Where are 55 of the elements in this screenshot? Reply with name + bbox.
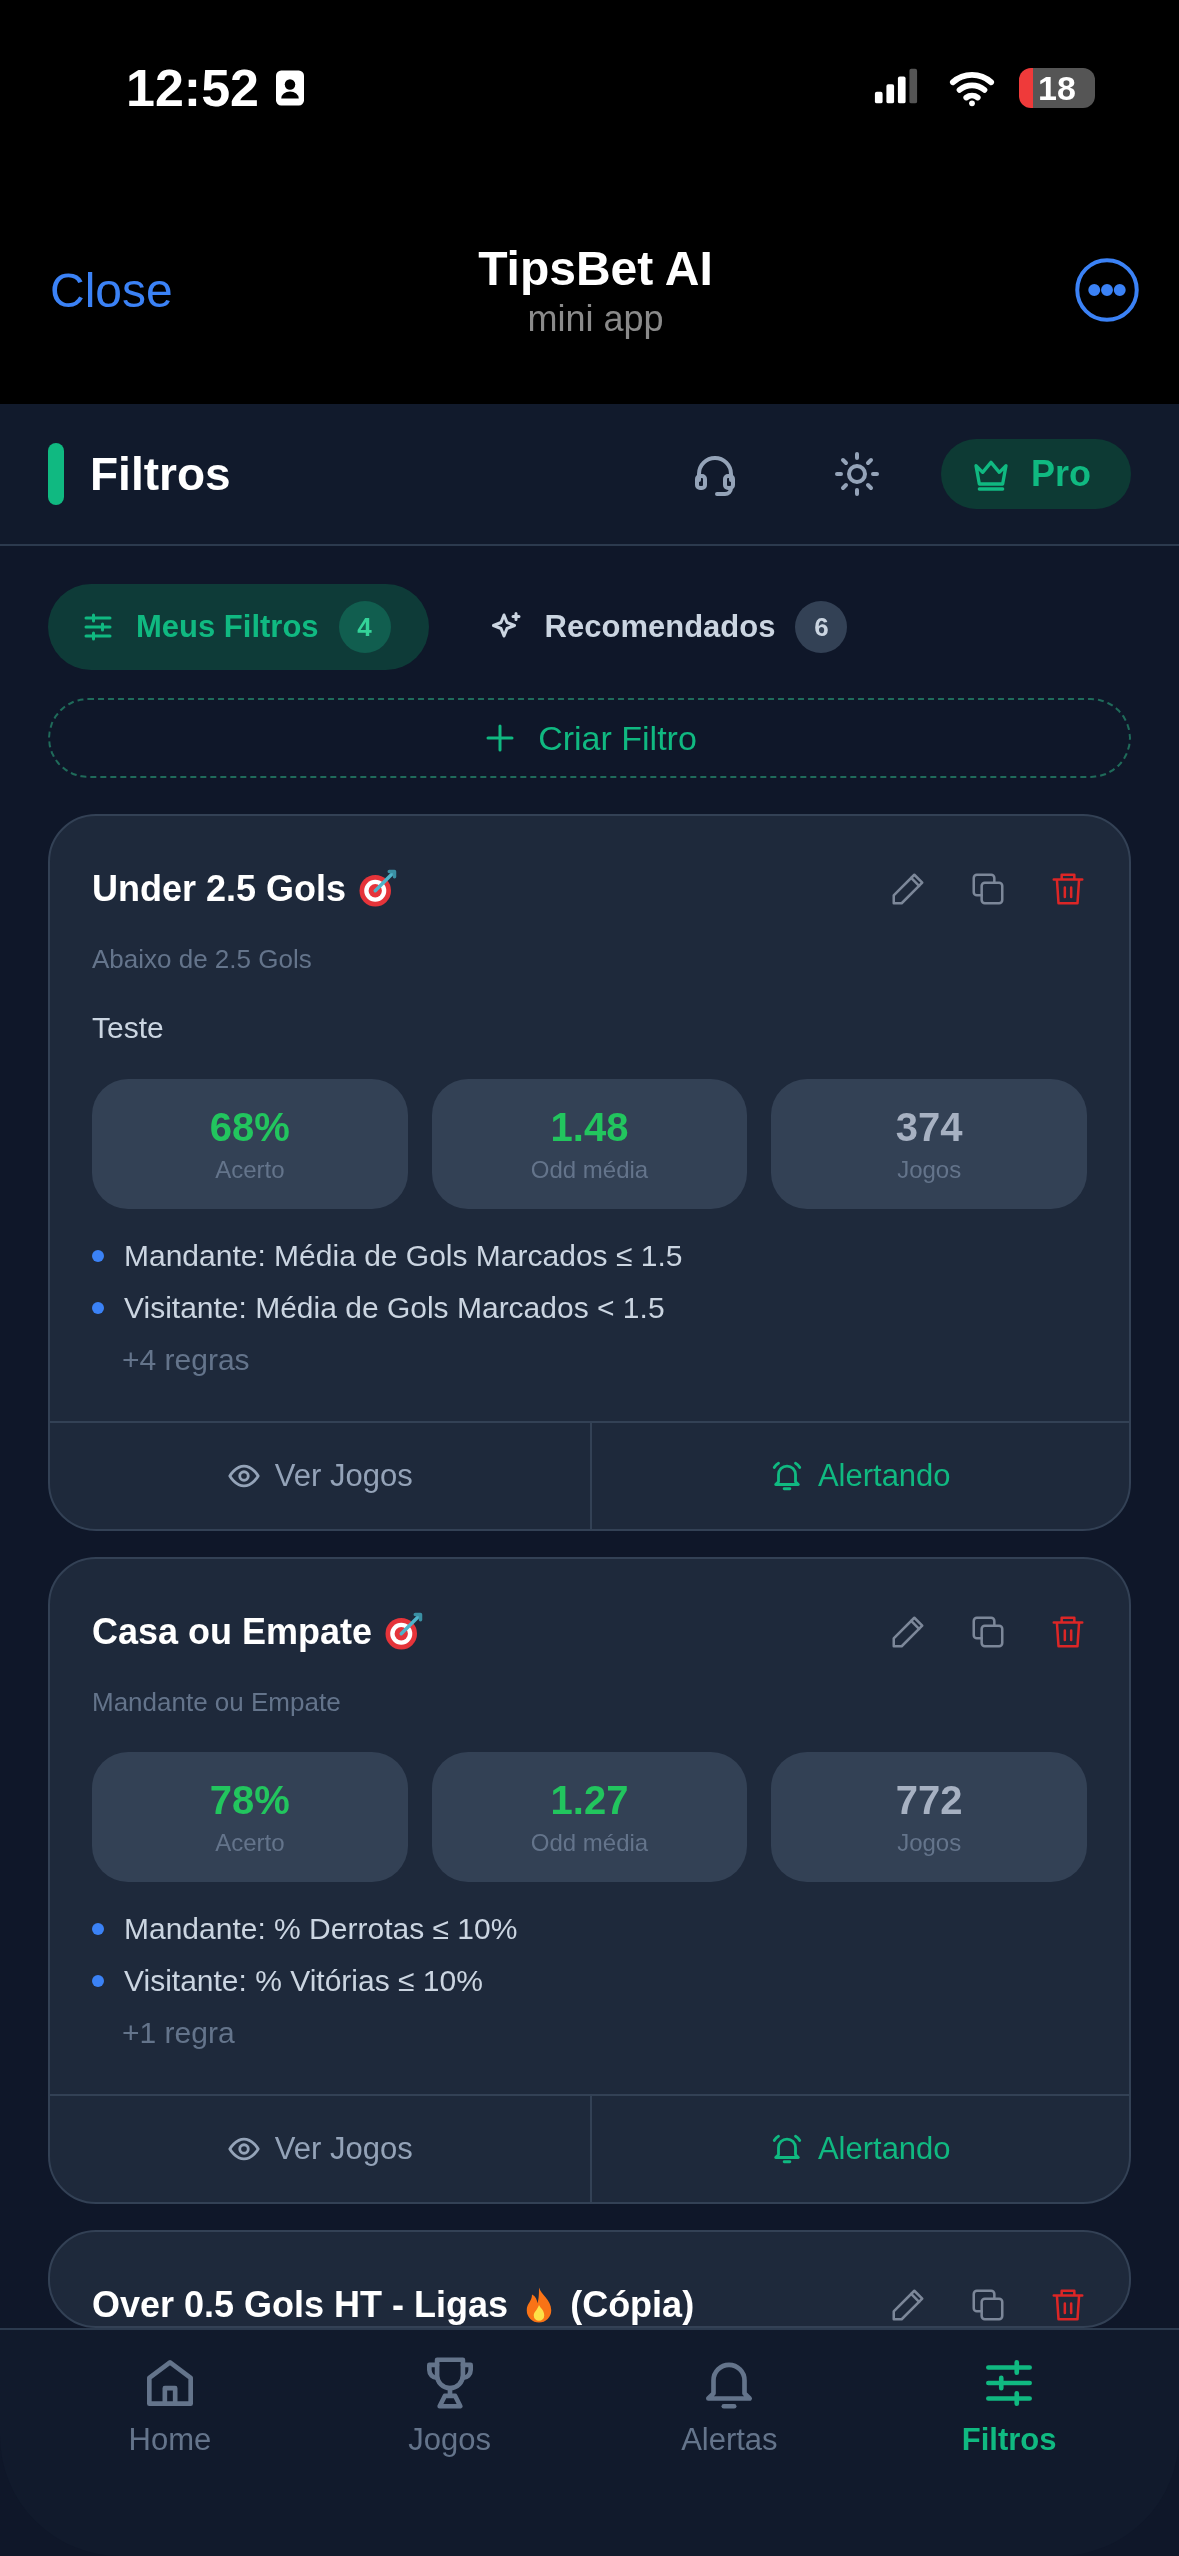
filter-title: Casa ou Empate	[92, 1611, 373, 1653]
copy-icon[interactable]	[969, 1613, 1007, 1651]
tab[interactable]: Meus Filtros 4	[48, 584, 429, 670]
stat-value: 78%	[209, 1777, 290, 1823]
close-button[interactable]: Close	[50, 262, 230, 318]
clock-time: 12:52	[126, 58, 259, 118]
nav-item[interactable]: Alertas	[681, 2352, 778, 2458]
more-rules-text: +1 regra	[121, 2016, 236, 2050]
count-badge: 4	[338, 601, 391, 653]
pro-button[interactable]: Pro	[941, 439, 1131, 509]
rule-text: Visitante: Média de Gols Marcados < 1.5	[124, 1291, 665, 1325]
bullet-dot	[92, 1975, 104, 1987]
rule-text: Mandante: % Derrotas ≤ 10%	[124, 1912, 518, 1946]
pencil-icon[interactable]	[889, 2286, 927, 2324]
bullet-dot	[92, 1923, 104, 1935]
filter-title: Under 2.5 Gols	[92, 868, 347, 910]
filter-title-suffix: (Cópia)	[570, 2284, 695, 2326]
stat-value: 1.27	[550, 1777, 629, 1823]
view-games-button[interactable]: Ver Jogos	[50, 2096, 590, 2202]
trash-icon[interactable]	[1049, 1613, 1087, 1651]
battery-level: 18	[1038, 68, 1076, 108]
app-subtitle: mini app	[527, 297, 664, 340]
nav-item[interactable]: Jogos	[408, 2352, 491, 2458]
create-filter-button[interactable]: Criar Filtro	[48, 698, 1131, 778]
stat-value: 68%	[209, 1104, 290, 1150]
filter-subtitle: Abaixo de 2.5 Gols	[91, 943, 313, 975]
pencil-icon[interactable]	[889, 870, 927, 908]
more-icon[interactable]	[1073, 256, 1141, 324]
count-badge: 6	[795, 601, 848, 653]
page-title: Filtros	[90, 447, 231, 501]
rule-text: Visitante: % Vitórias ≤ 10%	[124, 1964, 483, 1998]
sun-icon[interactable]	[833, 450, 881, 498]
accent-bar	[48, 443, 64, 505]
alert-button[interactable]: Alertando	[589, 2096, 1129, 2202]
stat-value: 374	[895, 1104, 963, 1150]
pencil-icon[interactable]	[889, 1613, 927, 1651]
tab[interactable]: Recomendados 6	[456, 584, 886, 670]
filter-title: Over 0.5 Gols HT - Ligas	[92, 2284, 509, 2326]
stat-value: 772	[895, 1777, 963, 1823]
rule-text: Mandante: Média de Gols Marcados ≤ 1.5	[124, 1239, 683, 1273]
bullet-dot	[92, 1302, 104, 1314]
nav-item[interactable]: Home	[128, 2352, 212, 2458]
bullet-dot	[92, 1250, 104, 1262]
nav-item[interactable]: Filtros	[961, 2352, 1057, 2458]
more-rules-text: +4 regras	[121, 1343, 251, 1377]
alert-button[interactable]: Alertando	[589, 1423, 1129, 1529]
trash-icon[interactable]	[1049, 2286, 1087, 2324]
trash-icon[interactable]	[1049, 870, 1087, 908]
filter-subtitle: Mandante ou Empate	[91, 1686, 342, 1718]
filter-description: Teste	[91, 1010, 165, 1045]
copy-icon[interactable]	[969, 2286, 1007, 2324]
app-title: TipsBet AI	[478, 240, 713, 296]
copy-icon[interactable]	[969, 870, 1007, 908]
stat-value: 1.48	[550, 1104, 629, 1150]
view-games-button[interactable]: Ver Jogos	[50, 1423, 590, 1529]
